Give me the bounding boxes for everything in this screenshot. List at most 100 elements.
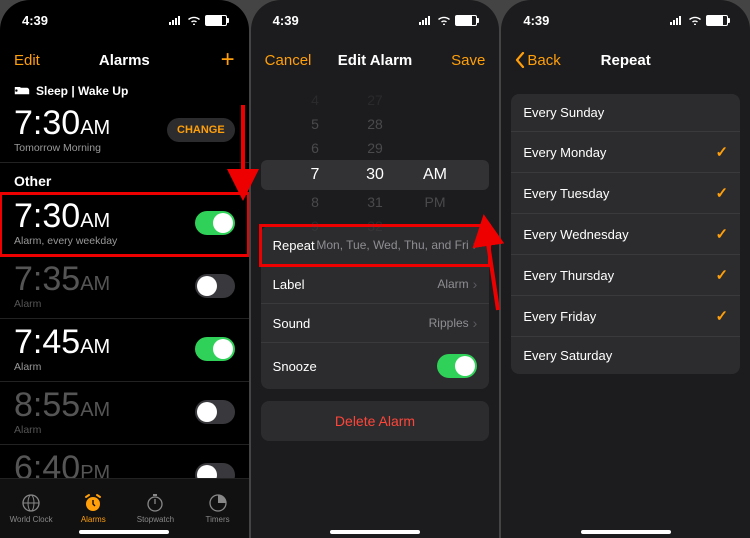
sleep-subtitle: Tomorrow Morning bbox=[14, 142, 110, 154]
label-value: Alarm bbox=[437, 277, 468, 291]
alarm-icon bbox=[83, 493, 103, 513]
status-indicators bbox=[419, 15, 477, 26]
battery-icon bbox=[205, 15, 227, 26]
day-label: Every Wednesday bbox=[523, 227, 628, 242]
chevron-right-icon: › bbox=[473, 315, 478, 331]
snooze-cell: Snooze bbox=[261, 343, 490, 389]
save-button[interactable]: Save bbox=[412, 52, 485, 69]
nav-bar: Back Repeat bbox=[501, 40, 750, 80]
alarm-toggle[interactable] bbox=[195, 463, 235, 478]
alarm-subtitle: Alarm bbox=[14, 361, 110, 373]
battery-icon bbox=[706, 15, 728, 26]
chevron-right-icon: › bbox=[473, 237, 478, 253]
cancel-button[interactable]: Cancel bbox=[265, 52, 338, 69]
tab-timers[interactable]: Timers bbox=[187, 479, 249, 538]
alarm-time: 7:45 bbox=[14, 323, 80, 361]
other-section-header: Other bbox=[0, 163, 249, 193]
screen-alarms-list: 4:39 Edit Alarms + Sleep | Wake Up 7:30A… bbox=[0, 0, 249, 538]
status-time: 4:39 bbox=[273, 13, 299, 28]
day-cell[interactable]: Every Monday✓ bbox=[511, 132, 740, 173]
alarm-subtitle: Alarm, every weekday bbox=[14, 235, 117, 247]
sleep-alarm-row[interactable]: 7:30AM Tomorrow Morning CHANGE bbox=[0, 100, 249, 163]
day-label: Every Friday bbox=[523, 309, 596, 324]
label-cell[interactable]: Label Alarm› bbox=[261, 265, 490, 304]
cell-label: Snooze bbox=[273, 359, 317, 374]
alarm-toggle[interactable] bbox=[195, 211, 235, 235]
plus-icon: + bbox=[221, 46, 235, 73]
day-label: Every Tuesday bbox=[523, 186, 609, 201]
chevron-left-icon bbox=[515, 52, 525, 68]
day-cell[interactable]: Every Wednesday ✓ bbox=[511, 214, 740, 255]
sleep-time: 7:30 bbox=[14, 104, 80, 142]
battery-icon bbox=[455, 15, 477, 26]
bed-icon bbox=[14, 86, 30, 96]
day-cell[interactable]: Every Tuesday ✓ bbox=[511, 173, 740, 214]
nav-bar: Cancel Edit Alarm Save bbox=[251, 40, 500, 80]
alarm-row[interactable]: 6:40PM Milk, every day bbox=[0, 445, 249, 478]
wifi-icon bbox=[187, 15, 201, 25]
alarm-row[interactable]: 7:35AM Alarm bbox=[0, 256, 249, 319]
check-icon: ✓ bbox=[715, 184, 728, 202]
sound-cell[interactable]: Sound Ripples › bbox=[261, 304, 490, 343]
tab-label: Timers bbox=[206, 515, 230, 524]
time-picker[interactable]: 427 528 629 730AM 831PM 932 bbox=[251, 88, 500, 218]
repeat-value: Mon, Tue, Wed, Thu, and Fri bbox=[316, 238, 468, 252]
screen-edit-alarm: 4:39 Cancel Edit Alarm Save 427 528 629 … bbox=[251, 0, 500, 538]
alarm-row[interactable]: 8:55AM Alarm bbox=[0, 382, 249, 445]
day-cell[interactable]: Every Thursday ✓ bbox=[511, 255, 740, 296]
home-indicator[interactable] bbox=[581, 530, 671, 534]
snooze-toggle[interactable] bbox=[437, 354, 477, 378]
day-label: Every Monday bbox=[523, 145, 606, 160]
alarm-ampm: PM bbox=[80, 462, 110, 478]
alarm-row[interactable]: 7:45AM Alarm bbox=[0, 319, 249, 382]
page-title: Repeat bbox=[601, 52, 651, 69]
back-button[interactable]: Back bbox=[515, 52, 600, 69]
cell-label: Label bbox=[273, 277, 305, 292]
cell-label: Sound bbox=[273, 316, 311, 331]
day-label: Every Sunday bbox=[523, 105, 604, 120]
status-bar: 4:39 bbox=[0, 0, 249, 40]
status-bar: 4:39 bbox=[501, 0, 750, 40]
sound-value: Ripples bbox=[429, 316, 469, 330]
cell-label: Repeat bbox=[273, 238, 315, 253]
day-cell[interactable]: Every Saturday bbox=[511, 337, 740, 374]
home-indicator[interactable] bbox=[79, 530, 169, 534]
alarm-row[interactable]: 7:30AM Alarm, every weekday bbox=[0, 193, 249, 256]
delete-alarm-button[interactable]: Delete Alarm bbox=[261, 401, 490, 441]
status-indicators bbox=[670, 15, 728, 26]
home-indicator[interactable] bbox=[330, 530, 420, 534]
add-alarm-button[interactable]: + bbox=[150, 48, 235, 72]
alarm-time: 8:55 bbox=[14, 386, 80, 424]
day-cell[interactable]: Every Friday ✓ bbox=[511, 296, 740, 337]
alarm-subtitle: Alarm bbox=[14, 424, 110, 436]
check-icon: ✓ bbox=[715, 266, 728, 284]
alarm-list[interactable]: Sleep | Wake Up 7:30AM Tomorrow Morning … bbox=[0, 80, 249, 478]
alarm-time: 7:30 bbox=[14, 197, 80, 235]
alarm-time: 6:40 bbox=[14, 449, 80, 478]
tab-label: Stopwatch bbox=[137, 515, 174, 524]
globe-icon bbox=[21, 493, 41, 513]
page-title: Alarms bbox=[99, 52, 150, 69]
alarm-toggle[interactable] bbox=[195, 400, 235, 424]
picker-selected-row: 730AM bbox=[261, 160, 490, 190]
change-button[interactable]: CHANGE bbox=[167, 118, 235, 142]
day-label: Every Thursday bbox=[523, 268, 614, 283]
stopwatch-icon bbox=[145, 493, 165, 513]
edit-button[interactable]: Edit bbox=[14, 52, 99, 69]
alarm-ampm: AM bbox=[80, 399, 110, 421]
timer-icon bbox=[208, 493, 228, 513]
check-icon: ✓ bbox=[715, 307, 728, 325]
page-title: Edit Alarm bbox=[338, 52, 412, 69]
alarm-toggle[interactable] bbox=[195, 337, 235, 361]
tab-label: World Clock bbox=[10, 515, 53, 524]
alarm-ampm: AM bbox=[80, 336, 110, 358]
tab-world-clock[interactable]: World Clock bbox=[0, 479, 62, 538]
alarm-toggle[interactable] bbox=[195, 274, 235, 298]
check-icon: ✓ bbox=[715, 225, 728, 243]
signal-icon bbox=[419, 15, 433, 25]
day-label: Every Saturday bbox=[523, 348, 612, 363]
status-bar: 4:39 bbox=[251, 0, 500, 40]
day-cell[interactable]: Every Sunday bbox=[511, 94, 740, 132]
status-time: 4:39 bbox=[523, 13, 549, 28]
status-time: 4:39 bbox=[22, 13, 48, 28]
